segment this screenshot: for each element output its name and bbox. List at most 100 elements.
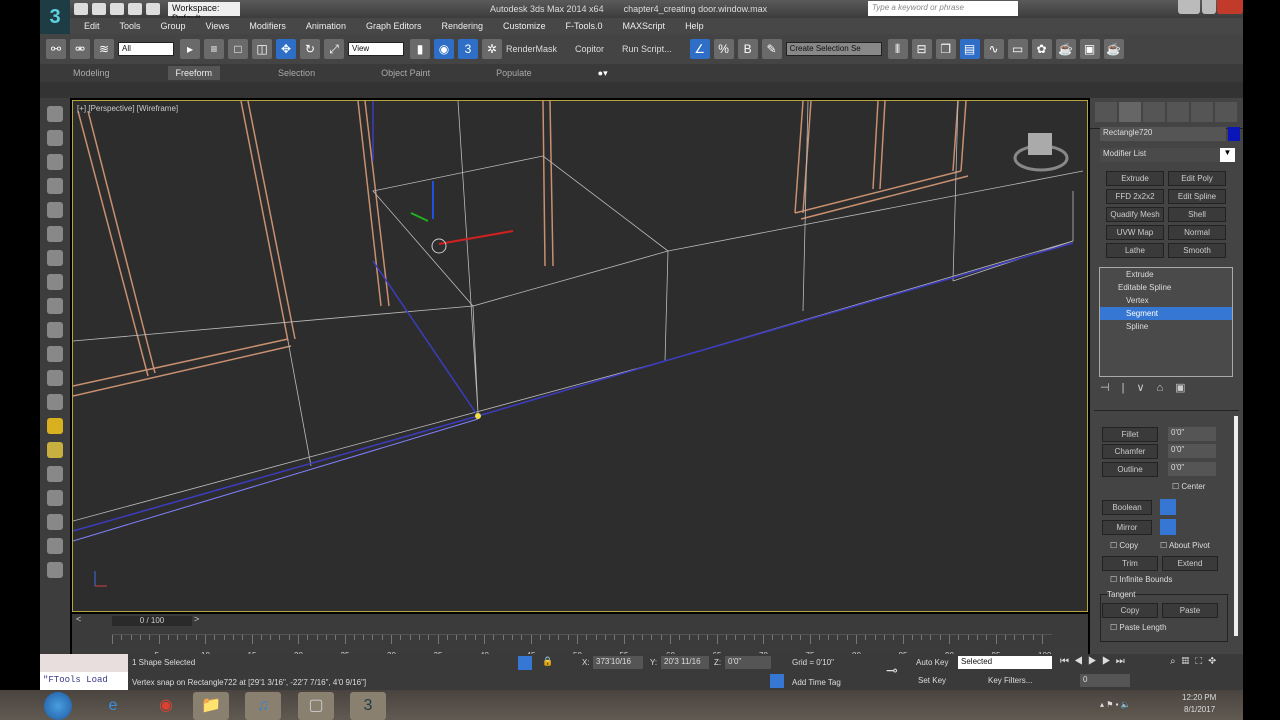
schematic-view-icon[interactable]: ▭ — [1007, 39, 1028, 59]
menu-views[interactable]: Views — [206, 21, 230, 31]
about-pivot-checkbox[interactable]: ☐ About Pivot — [1160, 541, 1210, 550]
fillet-spinner[interactable]: 0'0" — [1168, 427, 1216, 441]
internet-explorer-icon[interactable]: e — [95, 692, 131, 720]
maximize-button[interactable] — [1202, 0, 1216, 14]
material-editor-icon[interactable]: ✿ — [1031, 39, 1052, 59]
next-frame-button[interactable]: > — [194, 614, 199, 624]
stack-item-vertex[interactable]: Vertex — [1100, 294, 1232, 307]
chamfer-button[interactable]: Chamfer — [1102, 444, 1158, 459]
extend-button[interactable]: Extend — [1162, 556, 1218, 571]
object-name-field[interactable]: Rectangle720 — [1100, 127, 1226, 141]
undo-icon[interactable] — [128, 3, 142, 15]
pivot-center-icon[interactable]: ▮ — [410, 39, 430, 59]
rectangle-selection-icon[interactable]: □ — [228, 39, 248, 59]
chamfer-spinner[interactable]: 0'0" — [1168, 444, 1216, 458]
perspective-viewport[interactable]: [+] [Perspective] [Wireframe] — [72, 100, 1088, 612]
sphere-icon[interactable] — [47, 346, 63, 362]
stack-item-extrude[interactable]: Extrude — [1100, 268, 1232, 281]
notes-icon[interactable]: ▢ — [298, 692, 334, 720]
paint-icon[interactable] — [47, 490, 63, 506]
save-icon[interactable] — [110, 3, 124, 15]
set-key-button[interactable]: Set Key — [918, 676, 946, 685]
select-manipulate-icon[interactable]: ◉ — [434, 39, 454, 59]
app-icon[interactable]: ♫ — [245, 692, 281, 720]
mirror-horizontal-icon[interactable] — [1160, 519, 1176, 535]
modifier-edit-poly-button[interactable]: Edit Poly — [1168, 171, 1226, 186]
x-coordinate-field[interactable]: 373'10/16 — [593, 656, 643, 669]
key-icon[interactable]: ⊸ — [886, 662, 898, 679]
run-script-button[interactable]: Run Script... — [622, 44, 672, 54]
auto-key-button[interactable]: Auto Key — [916, 658, 948, 667]
menu-customize[interactable]: Customize — [503, 21, 546, 31]
tab-modeling[interactable]: Modeling — [65, 66, 118, 80]
file-explorer-icon[interactable]: 📁 — [193, 692, 229, 720]
hemisphere-icon[interactable] — [47, 322, 63, 338]
modifier-normal-button[interactable]: Normal — [1168, 225, 1226, 240]
reference-coordinate-dropdown[interactable]: View — [348, 42, 404, 56]
edit-named-selection-icon[interactable]: ✎ — [761, 39, 782, 59]
tray-icons[interactable]: ▴ ⚑ ▪ 🔈 — [1100, 700, 1131, 709]
center-checkbox[interactable]: ☐ Center — [1172, 482, 1205, 491]
menu-edit[interactable]: Edit — [84, 21, 100, 31]
spacewarp-icon[interactable] — [47, 274, 63, 290]
motion-tab-icon[interactable] — [1167, 102, 1189, 122]
menu-modifiers[interactable]: Modifiers — [249, 21, 286, 31]
track-bar[interactable]: 5101520253035404550556065707580859095100 — [112, 634, 1052, 660]
add-time-tag-button[interactable]: Add Time Tag — [792, 678, 841, 687]
modifier-shell-button[interactable]: Shell — [1168, 207, 1226, 222]
move-icon[interactable]: ✥ — [276, 39, 296, 59]
utilities-tab-icon[interactable] — [1215, 102, 1237, 122]
menu-animation[interactable]: Animation — [306, 21, 346, 31]
menu-group[interactable]: Group — [161, 21, 186, 31]
stack-item-editable-spline[interactable]: Editable Spline — [1100, 281, 1232, 294]
tab-selection[interactable]: Selection — [270, 66, 323, 80]
rotate-icon[interactable]: ↻ — [300, 39, 320, 59]
ring-icon[interactable] — [47, 442, 63, 458]
open-icon[interactable] — [92, 3, 106, 15]
object-color-swatch[interactable] — [1228, 127, 1240, 141]
render-setup-icon[interactable]: ☕ — [1055, 39, 1076, 59]
helper-icon[interactable] — [47, 250, 63, 266]
tree-icon[interactable] — [47, 514, 63, 530]
copitor-button[interactable]: Copitor — [575, 44, 604, 54]
snap-toggle-icon[interactable]: 3 — [458, 39, 478, 59]
align-icon[interactable]: ⊟ — [911, 39, 932, 59]
key-mode-dropdown[interactable]: Selected — [958, 656, 1052, 669]
paste-length-checkbox[interactable]: ☐ Paste Length — [1110, 623, 1167, 632]
tangent-paste-button[interactable]: Paste — [1162, 603, 1218, 618]
named-selection-dropdown[interactable]: Create Selection Se — [785, 42, 882, 56]
modify-tab-icon[interactable] — [1119, 102, 1141, 122]
angle-snap-icon[interactable]: ∠ — [689, 39, 710, 59]
prev-frame-button[interactable]: < — [76, 614, 81, 624]
outline-button[interactable]: Outline — [1102, 462, 1158, 477]
create-tab-icon[interactable] — [1095, 102, 1117, 122]
new-icon[interactable] — [74, 3, 88, 15]
redo-icon[interactable] — [146, 3, 160, 15]
viewport-navigation-controls[interactable]: ⌕▦⛶✥ — [1170, 656, 1222, 667]
link-icon[interactable]: ⚯ — [46, 39, 66, 59]
modifier-stack[interactable]: Extrude Editable Spline Vertex Segment S… — [1099, 267, 1233, 377]
layer-manager-icon[interactable]: ❐ — [935, 39, 956, 59]
infinite-bounds-checkbox[interactable]: ☐ Infinite Bounds — [1110, 575, 1172, 584]
globe-icon[interactable] — [47, 538, 63, 554]
rendered-frame-icon[interactable]: ▣ — [1079, 39, 1100, 59]
curve-editor-icon[interactable]: ∿ — [983, 39, 1004, 59]
stack-item-spline[interactable]: Spline — [1100, 320, 1232, 333]
modifier-ffd-button[interactable]: FFD 2x2x2 — [1106, 189, 1164, 204]
search-input[interactable]: Type a keyword or phrase — [868, 1, 1018, 16]
scene-explorer-icon[interactable]: ▤ — [959, 39, 980, 59]
3dsmax-taskbar-icon[interactable]: 3 — [350, 692, 386, 720]
menu-tools[interactable]: Tools — [120, 21, 141, 31]
menu-rendering[interactable]: Rendering — [441, 21, 483, 31]
mirror-button[interactable]: Mirror — [1102, 520, 1152, 535]
menu-maxscript[interactable]: MAXScript — [623, 21, 666, 31]
tab-populate[interactable]: Populate — [488, 66, 540, 80]
render-icon[interactable]: ☕ — [1103, 39, 1124, 59]
stack-controls[interactable]: ⊣|∨⌂▣ — [1100, 381, 1230, 395]
move-gizmo[interactable] — [410, 181, 514, 254]
select-object-icon[interactable]: ▸ — [180, 39, 200, 59]
viewport-label[interactable]: [+] [Perspective] [Wireframe] — [77, 104, 178, 113]
cone-icon[interactable] — [47, 394, 63, 410]
spinner-snap-icon[interactable]: B — [737, 39, 758, 59]
tab-object-paint[interactable]: Object Paint — [373, 66, 438, 80]
